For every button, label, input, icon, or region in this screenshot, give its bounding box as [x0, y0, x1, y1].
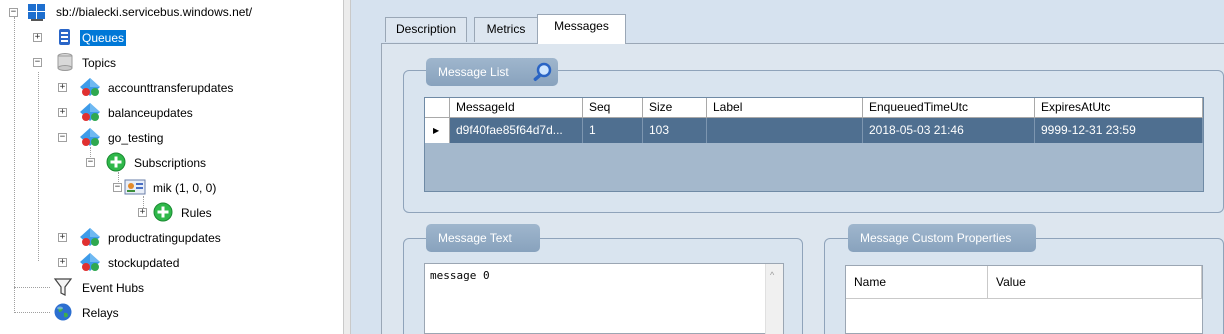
add-circle-icon	[153, 202, 173, 222]
add-circle-icon	[106, 152, 126, 172]
collapse-toggle[interactable]: −	[86, 158, 95, 167]
topic-icon	[79, 77, 100, 97]
scroll-up-icon[interactable]: ^	[770, 270, 774, 280]
column-header-label[interactable]: Label	[707, 98, 863, 118]
tree-item-subscription[interactable]: mik (1, 0, 0)	[151, 180, 218, 196]
row-header-corner	[425, 98, 450, 118]
tree-item-rules[interactable]: Rules	[179, 205, 214, 221]
column-header-expiresatutc[interactable]: ExpiresAtUtc	[1035, 98, 1203, 118]
column-header-seq[interactable]: Seq	[583, 98, 643, 118]
table-cell[interactable]: 1	[583, 118, 643, 143]
tree-item-event-hubs[interactable]: Event Hubs	[80, 280, 146, 296]
column-header-enqueuedtimeutc[interactable]: EnqueuedTimeUtc	[863, 98, 1035, 118]
table-cell[interactable]: 103	[643, 118, 707, 143]
message-text-area[interactable]: message 0 ^	[424, 263, 784, 334]
tree-guide	[14, 312, 50, 313]
tree-guide	[14, 17, 15, 311]
custom-properties-grid[interactable]: Name Value	[845, 265, 1203, 334]
row-selector[interactable]: ▶	[425, 118, 450, 143]
tree-item-subscriptions[interactable]: Subscriptions	[132, 155, 208, 171]
tree-item-topic[interactable]: accounttransferupdates	[106, 80, 235, 96]
search-icon[interactable]	[531, 61, 552, 81]
tree-item-topic[interactable]: stockupdated	[106, 255, 181, 271]
tab-messages[interactable]: Messages	[537, 14, 626, 44]
topic-icon	[79, 102, 100, 122]
collapse-toggle[interactable]: −	[9, 8, 18, 17]
column-header-messageid[interactable]: MessageId	[450, 98, 583, 118]
column-header-name[interactable]: Name	[846, 266, 988, 299]
subscription-icon	[124, 177, 146, 197]
topics-icon	[55, 52, 75, 72]
tab-description[interactable]: Description	[385, 17, 467, 42]
tree-item-topics[interactable]: Topics	[80, 55, 118, 71]
column-header-value[interactable]: Value	[988, 266, 1202, 299]
topic-icon	[79, 252, 100, 272]
table-cell[interactable]: 2018-05-03 21:46	[863, 118, 1035, 143]
column-header-size[interactable]: Size	[643, 98, 707, 118]
tree-guide	[14, 287, 50, 288]
windows-namespace-icon	[27, 2, 47, 22]
globe-icon	[53, 302, 73, 322]
tree-item-relays[interactable]: Relays	[80, 305, 121, 321]
splitter[interactable]	[343, 0, 351, 334]
expand-toggle[interactable]: +	[58, 258, 67, 267]
message-list-label: Message List	[438, 65, 509, 79]
queue-icon	[55, 27, 75, 47]
tree-item-topic[interactable]: productratingupdates	[106, 230, 223, 246]
expand-toggle[interactable]: +	[58, 108, 67, 117]
tree-item-topic[interactable]: balanceupdates	[106, 105, 195, 121]
message-list-grid[interactable]: MessageId Seq Size Label EnqueuedTimeUtc…	[424, 97, 1204, 192]
vertical-scrollbar[interactable]: ^	[765, 264, 783, 334]
explorer-tree[interactable]: − sb://bialecki.servicebus.windows.net/ …	[0, 0, 343, 334]
table-cell[interactable]: 9999-12-31 23:59	[1035, 118, 1203, 143]
topic-icon	[79, 127, 100, 147]
collapse-toggle[interactable]: −	[33, 58, 42, 67]
table-cell[interactable]	[707, 118, 863, 143]
collapse-toggle[interactable]: −	[58, 133, 67, 142]
tree-root-namespace[interactable]: sb://bialecki.servicebus.windows.net/	[54, 4, 254, 20]
tree-guide	[38, 72, 39, 261]
tree-item-queues[interactable]: Queues	[80, 30, 127, 46]
expand-toggle[interactable]: +	[58, 233, 67, 242]
expand-toggle[interactable]: +	[33, 33, 42, 42]
message-text-content: message 0	[430, 269, 490, 282]
table-cell[interactable]: d9f40fae85f64d7d...	[450, 118, 583, 143]
expand-toggle[interactable]: +	[138, 208, 147, 217]
funnel-icon	[53, 277, 73, 297]
tab-metrics[interactable]: Metrics	[474, 17, 538, 42]
message-text-title: Message Text	[426, 224, 540, 252]
expand-toggle[interactable]: +	[58, 83, 67, 92]
collapse-toggle[interactable]: −	[113, 183, 122, 192]
topic-icon	[79, 227, 100, 247]
tree-item-topic[interactable]: go_testing	[106, 130, 165, 146]
custom-properties-title: Message Custom Properties	[848, 224, 1036, 252]
